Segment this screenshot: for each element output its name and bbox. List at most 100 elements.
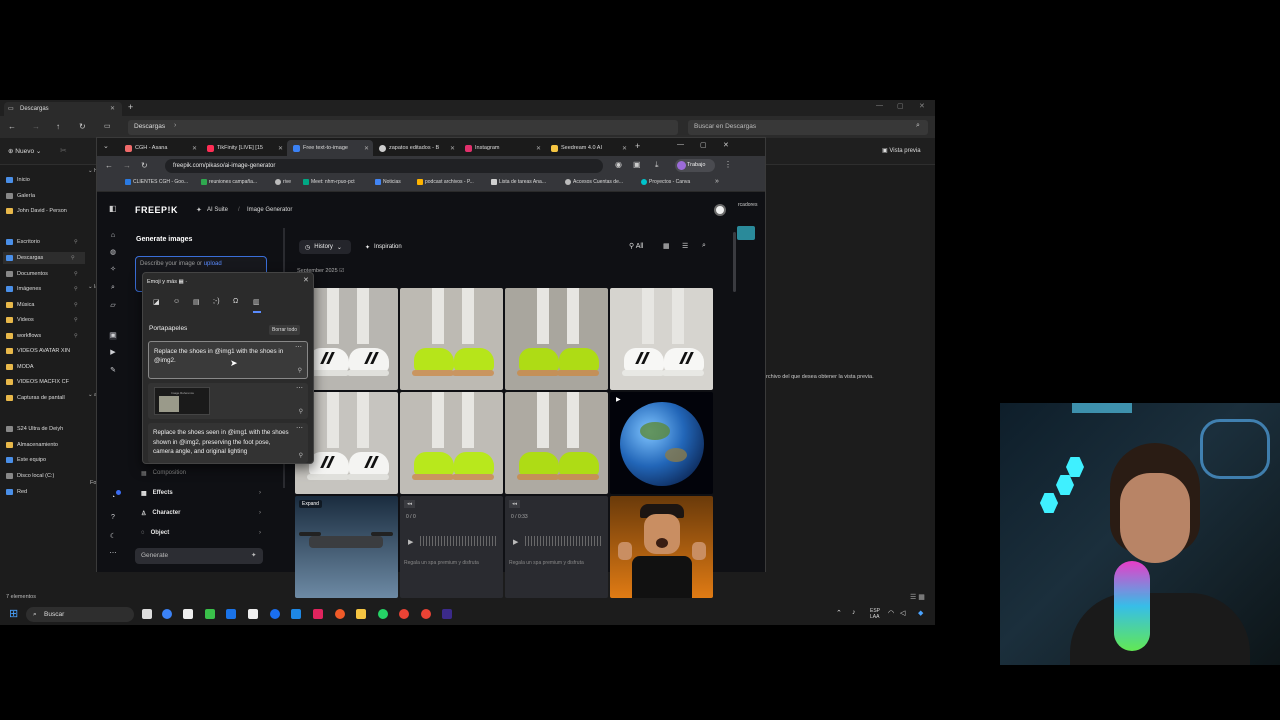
task-view-icon[interactable] bbox=[142, 609, 152, 619]
moon-icon[interactable]: ☾ bbox=[109, 533, 117, 541]
chrome-icon[interactable] bbox=[421, 609, 431, 619]
explorer-search-input[interactable]: Buscar en Descargas ⌕ bbox=[688, 120, 928, 135]
clear-all-button[interactable]: Borrar todo bbox=[269, 325, 301, 335]
maximize-icon[interactable]: ▢ bbox=[700, 141, 707, 149]
search-icon[interactable]: ⌕ bbox=[702, 242, 706, 250]
globe-icon[interactable]: ◍ bbox=[109, 249, 117, 257]
reload-icon[interactable]: ↻ bbox=[141, 161, 148, 170]
sidebar-item[interactable]: Imágenes ⚲ bbox=[6, 283, 78, 295]
upload-link[interactable]: upload bbox=[204, 261, 222, 267]
generated-image-green-shoes[interactable] bbox=[505, 288, 608, 390]
more-icon[interactable]: ⋯ bbox=[295, 343, 302, 352]
sidebar-item[interactable]: Inicio bbox=[6, 174, 30, 186]
sidebar-item[interactable]: John David - Person bbox=[6, 205, 67, 217]
wifi-icon[interactable]: ◠ bbox=[888, 609, 894, 617]
symbols-icon[interactable]: Ω bbox=[233, 298, 238, 305]
kaomoji-icon[interactable]: ;-) bbox=[213, 298, 220, 305]
bookmark-item[interactable]: Lista de tareas Ana... bbox=[491, 179, 546, 185]
freepik-logo[interactable]: FREEP!K bbox=[135, 205, 178, 215]
effects-row[interactable]: ▦ Effects › bbox=[141, 486, 261, 500]
pin-icon[interactable]: ⚲ bbox=[299, 408, 303, 417]
clipboard-item-image[interactable]: Image Reference ⋯ ⚲ bbox=[148, 383, 308, 419]
tab-seedream[interactable]: Seedream 4.0 AI ✕ bbox=[545, 140, 631, 156]
edit-icon[interactable]: ✎ bbox=[109, 367, 117, 375]
layers-icon[interactable]: ▱ bbox=[109, 302, 117, 310]
language-indicator[interactable]: ESP LAA bbox=[870, 608, 880, 620]
tab-freepik[interactable]: Free text-to-image ✕ bbox=[287, 140, 373, 156]
search-icon[interactable]: ⌕ bbox=[109, 284, 117, 292]
tab-instagram[interactable]: Instagram ✕ bbox=[459, 140, 545, 156]
minimize-icon[interactable]: — bbox=[677, 141, 684, 148]
up-icon[interactable]: ↑ bbox=[56, 122, 60, 131]
sparkles-icon[interactable]: ✧ bbox=[109, 266, 117, 274]
details-view-icon[interactable]: ☰ ▦ bbox=[910, 593, 925, 601]
play-icon[interactable]: ▶ bbox=[408, 538, 413, 546]
puzzle-icon[interactable]: ▣ bbox=[633, 160, 641, 169]
taskbar-search[interactable]: ⌕ Buscar bbox=[26, 607, 134, 622]
sidebar-item[interactable]: Capturas de pantall bbox=[6, 392, 65, 404]
volume-icon[interactable]: ◁ bbox=[900, 609, 905, 617]
inspiration-tab[interactable]: ✦ Inspiration bbox=[365, 240, 402, 254]
app-icon[interactable] bbox=[248, 609, 258, 619]
bookmark-item[interactable]: Meet: nhm-rpuo-pct bbox=[303, 179, 355, 185]
video-icon[interactable]: ▶ bbox=[109, 349, 117, 357]
new-tab-icon[interactable]: + bbox=[635, 141, 640, 151]
bookmark-item[interactable]: reuniones campaña... bbox=[201, 179, 257, 185]
expand-badge[interactable]: Expand bbox=[299, 500, 322, 508]
pin-icon[interactable]: ⚲ bbox=[299, 452, 303, 462]
explorer-tab[interactable]: ▭ Descargas ✕ bbox=[4, 102, 122, 116]
sidebar-item[interactable]: VIDEOS MACFIX CF bbox=[6, 376, 69, 388]
windows-start-icon[interactable]: ⊞ bbox=[9, 608, 18, 620]
bookmark-item[interactable]: rive bbox=[275, 179, 291, 185]
maximize-icon[interactable]: ▢ bbox=[897, 102, 904, 110]
sidebar-item[interactable]: Música ⚲ bbox=[6, 299, 78, 311]
close-icon[interactable]: ✕ bbox=[450, 145, 455, 152]
mic-icon[interactable]: ♪ bbox=[852, 609, 856, 616]
bookmark-item[interactable]: podcast archivos - P... bbox=[417, 179, 474, 185]
edge-icon[interactable] bbox=[270, 609, 280, 619]
minimize-icon[interactable]: — bbox=[876, 102, 883, 109]
generated-image-green-shoes[interactable] bbox=[400, 288, 503, 390]
generated-audio[interactable]: ◂◂ 0 / 0:33 ▶ Regala un spa premium y di… bbox=[505, 496, 608, 598]
history-dropdown[interactable]: ◷ History ⌄ bbox=[299, 240, 351, 254]
preview-pane-button[interactable]: ▣ Vista previa bbox=[882, 147, 921, 154]
generated-image-drone[interactable]: Expand bbox=[295, 496, 398, 598]
partial-button[interactable] bbox=[737, 226, 755, 240]
download-icon[interactable]: ⤓ bbox=[655, 160, 659, 170]
generated-image-green-shoes[interactable] bbox=[400, 392, 503, 494]
close-window-icon[interactable]: ✕ bbox=[919, 102, 925, 110]
generate-button[interactable]: Generate ✦ bbox=[135, 548, 263, 564]
whatsapp-icon[interactable] bbox=[378, 609, 388, 619]
close-icon[interactable]: ✕ bbox=[278, 145, 283, 152]
refresh-icon[interactable]: ↻ bbox=[79, 122, 86, 131]
game-icon[interactable] bbox=[205, 609, 215, 619]
kebab-menu-icon[interactable]: ⋮ bbox=[724, 160, 732, 169]
premiere-icon[interactable] bbox=[442, 609, 452, 619]
new-tab-icon[interactable]: + bbox=[128, 102, 133, 112]
breadcrumb[interactable]: Descargas bbox=[134, 123, 165, 130]
gallery-scrollbar[interactable] bbox=[733, 232, 736, 292]
sidebar-item[interactable]: Este equipo bbox=[6, 454, 46, 466]
generated-audio[interactable]: ◂◂ 0 / 0 ▶ Regala un spa premium y disfr… bbox=[400, 496, 503, 598]
steam-icon[interactable] bbox=[226, 609, 236, 619]
grid-view-icon[interactable]: ▦ bbox=[663, 242, 670, 250]
avatar[interactable] bbox=[714, 204, 726, 216]
more-icon[interactable]: ⋯ bbox=[296, 424, 303, 434]
sidebar-item[interactable]: S24 Ultra de Deiyh bbox=[6, 423, 63, 435]
store-icon[interactable] bbox=[183, 609, 193, 619]
sidebar-item[interactable]: Disco local (C:) bbox=[6, 470, 54, 482]
close-icon[interactable]: ✕ bbox=[192, 145, 197, 152]
forward-icon[interactable]: → bbox=[32, 122, 40, 131]
sidebar-item[interactable]: Descargas ⚲ bbox=[3, 252, 85, 264]
notification-icon[interactable]: ◔ bbox=[109, 494, 117, 502]
home-icon[interactable]: ⌂ bbox=[109, 232, 117, 240]
more-icon[interactable]: ⋯ bbox=[296, 384, 303, 393]
pin-icon[interactable]: ⚲ bbox=[298, 367, 302, 376]
sidebar-item[interactable]: MODA bbox=[6, 361, 34, 373]
new-button[interactable]: ⊕ Nuevo ⌄ bbox=[8, 147, 41, 155]
sidebar-toggle-icon[interactable]: ◧ bbox=[109, 204, 117, 213]
bookmark-item[interactable]: Proyectos - Canva bbox=[641, 179, 690, 185]
close-icon[interactable]: ✕ bbox=[303, 276, 309, 284]
settings-sliders-icon[interactable]: ☰ bbox=[682, 242, 688, 250]
image-generator-link[interactable]: Image Generator bbox=[247, 207, 292, 213]
